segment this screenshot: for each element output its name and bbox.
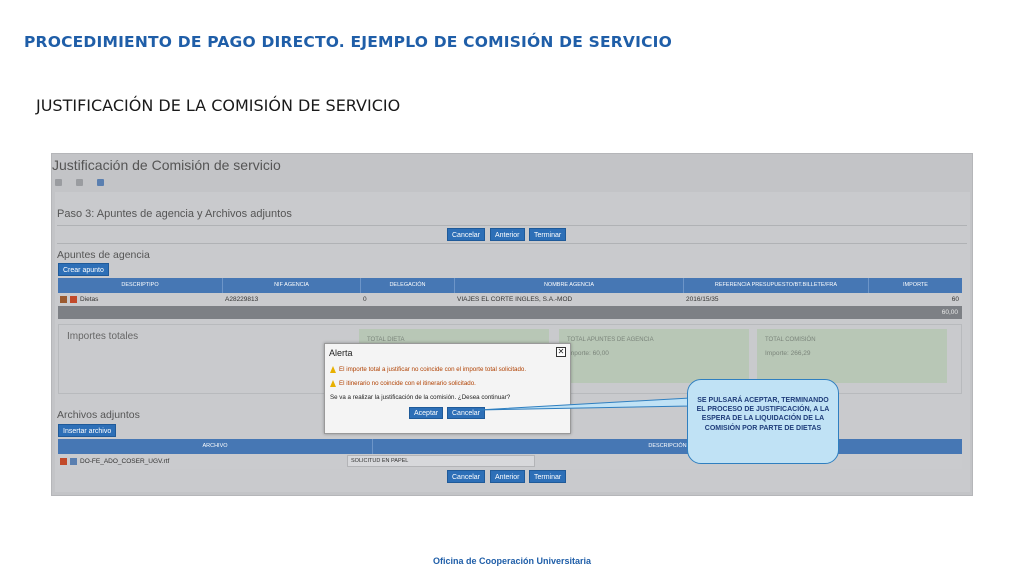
callout-note: SE PULSARÁ ACEPTAR, TERMINANDO EL PROCES… (687, 379, 839, 464)
totals-title: Importes totales (67, 331, 139, 342)
description-input[interactable]: SOLICITUD EN PAPEL (347, 455, 535, 467)
divider (57, 225, 967, 226)
row-nombre: VIAJES EL CORTE INGLES, S.A.-MOD (457, 296, 573, 303)
warning-icon (330, 380, 336, 387)
slide: PROCEDIMIENTO DE PAGO DIRECTO. EJEMPLO D… (0, 0, 1024, 576)
dialog-cancel-button[interactable]: Cancelar (447, 407, 486, 419)
row-descriptipo-cell: Dietas (58, 293, 223, 306)
agency-total: 60,00 (58, 306, 962, 319)
document-icon[interactable] (97, 179, 104, 186)
col-nombre-agencia[interactable]: NOMBRE AGENCIA (455, 278, 684, 293)
delete-icon[interactable] (60, 458, 67, 465)
divider (57, 243, 967, 244)
warning-text-1: El importe total a justificar no coincid… (339, 366, 527, 373)
slide-title: PROCEDIMIENTO DE PAGO DIRECTO. EJEMPLO D… (24, 33, 672, 51)
row-referencia: 2016/15/35 (686, 296, 719, 303)
agency-table: DESCRIPTIPO NIF AGENCIA DELEGACIÓN NOMBR… (58, 278, 962, 319)
footer: Oficina de Cooperación Universitaria (432, 556, 592, 566)
col-referencia[interactable]: REFERENCIA PRESUPUESTO/BT.BILLETE/FRA (684, 278, 869, 293)
row-descriptipo: Dietas (80, 296, 99, 303)
total-commission-card: TOTAL COMISIÓN Importe: 266,29 (757, 329, 947, 383)
row-archivo: DO-FE_ADO_COSER_UGV.rtf (80, 458, 170, 465)
row-archivo-cell: DO-FE_ADO_COSER_UGV.rtf (58, 454, 348, 469)
create-entry-button[interactable]: Crear apunto (58, 263, 109, 276)
delete-icon[interactable] (70, 296, 77, 303)
agency-section-title: Apuntes de agencia (57, 249, 150, 261)
warning-line-1: El importe total a justificar no coincid… (330, 366, 526, 373)
row-importe: 60 (951, 296, 959, 303)
warning-text-2: El itinerario no coincide con el itinera… (339, 380, 476, 387)
finish-button-bottom[interactable]: Terminar (529, 470, 567, 483)
row-nif: A28229813 (225, 296, 259, 303)
total-commission-label: TOTAL COMISIÓN (765, 337, 816, 343)
accept-button[interactable]: Aceptar (409, 407, 444, 419)
col-descriptipo[interactable]: DESCRIPTIPO (58, 278, 223, 293)
row-delegacion: 0 (363, 296, 367, 303)
warning-icon (330, 366, 336, 373)
agency-table-header: DESCRIPTIPO NIF AGENCIA DELEGACIÓN NOMBR… (58, 278, 962, 293)
finish-button[interactable]: Terminar (529, 228, 567, 241)
previous-button-bottom[interactable]: Anterior (490, 470, 525, 483)
close-icon[interactable]: ✕ (556, 347, 566, 357)
dialog-title: Alerta (329, 348, 353, 358)
col-archivo[interactable]: ARCHIVO (58, 439, 373, 454)
file-icon[interactable] (70, 458, 77, 465)
step-title: Paso 3: Apuntes de agencia y Archivos ad… (57, 208, 292, 220)
warning-line-2: El itinerario no coincide con el itinera… (330, 380, 476, 387)
forward-icon[interactable] (76, 179, 83, 186)
col-nif-agencia[interactable]: NIF AGENCIA (223, 278, 361, 293)
total-agency-label: TOTAL APUNTES DE AGENCIA (567, 337, 654, 343)
cancel-button-bottom[interactable]: Cancelar (447, 470, 486, 483)
col-delegacion[interactable]: DELEGACIÓN (361, 278, 455, 293)
back-icon[interactable] (55, 179, 62, 186)
total-agency-card: TOTAL APUNTES DE AGENCIA Importe: 60,00 (559, 329, 749, 383)
slide-subtitle: JUSTIFICACIÓN DE LA COMISIÓN DE SERVICIO (36, 96, 401, 115)
col-descripcion[interactable]: DESCRIPCIÓN (373, 439, 962, 454)
attachments-section-title: Archivos adjuntos (57, 409, 140, 421)
table-row[interactable]: Dietas A28229813 0 VIAJES EL CORTE INGLE… (58, 293, 962, 306)
total-commission-value: Importe: 266,29 (765, 350, 811, 357)
dialog-question: Se va a realizar la justificación de la … (330, 394, 511, 401)
col-importe[interactable]: IMPORTE (869, 278, 962, 293)
toolbar (55, 179, 104, 186)
alert-dialog: Alerta ✕ El importe total a justificar n… (324, 343, 571, 434)
total-agency-value: Importe: 60,00 (567, 350, 609, 357)
window-title: Justificación de Comisión de servicio (52, 157, 281, 173)
cancel-button[interactable]: Cancelar (447, 228, 486, 241)
insert-file-button[interactable]: Insertar archivo (58, 424, 117, 437)
previous-button[interactable]: Anterior (490, 228, 525, 241)
edit-icon[interactable] (60, 296, 67, 303)
